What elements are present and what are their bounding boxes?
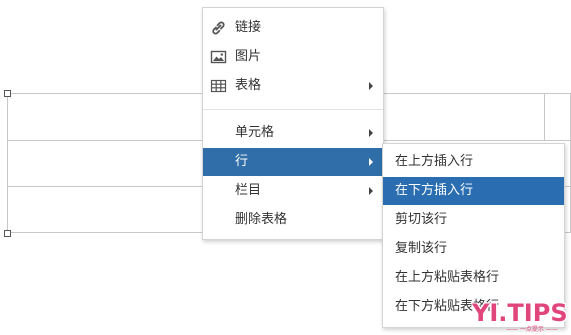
table-icon [210, 79, 227, 93]
submenu-item-paste-row-above[interactable]: 在上方粘贴表格行 [383, 264, 564, 292]
submenu-arrow-icon [369, 82, 373, 90]
submenu-arrow-icon [369, 158, 373, 166]
link-icon [212, 21, 225, 35]
image-icon [210, 50, 227, 64]
watermark-logo: YI.TIPS —— 一点提示 —— [472, 300, 568, 334]
submenu-arrow-icon [369, 129, 373, 137]
menu-item-table[interactable]: 表格 [203, 72, 383, 100]
menu-item-label: 单元格 [235, 125, 275, 140]
submenu-item-copy-row[interactable]: 复制该行 [383, 235, 564, 263]
submenu-item-label: 在上方插入行 [395, 154, 474, 169]
menu-item-label: 栏目 [235, 183, 262, 198]
menu-item-link[interactable]: 链接 [203, 14, 383, 42]
menu-item-image[interactable]: 图片 [203, 43, 383, 71]
menu-item-label: 链接 [235, 20, 262, 35]
watermark-title: YI.TIPS [472, 299, 568, 327]
table-resize-handle[interactable] [4, 230, 11, 237]
submenu-item-label: 复制该行 [395, 241, 448, 256]
watermark-subtitle: —— 一点提示 —— [506, 326, 558, 333]
menu-item-column[interactable]: 栏目 [203, 177, 383, 205]
menu-item-row[interactable]: 行 [203, 148, 383, 176]
menu-item-label: 图片 [235, 49, 262, 64]
menu-item-label: 行 [235, 154, 249, 169]
menu-item-label: 表格 [235, 78, 262, 93]
table-column-divider [544, 94, 545, 140]
submenu-arrow-icon [369, 187, 373, 195]
menu-separator [203, 109, 383, 110]
submenu-item-label: 在下方插入行 [395, 183, 474, 198]
submenu-item-label: 在上方粘贴表格行 [395, 270, 500, 285]
menu-item-label: 删除表格 [235, 212, 288, 227]
table-resize-handle[interactable] [4, 90, 11, 97]
submenu-item-cut-row[interactable]: 剪切该行 [383, 206, 564, 234]
menu-item-delete-table[interactable]: 删除表格 [203, 206, 383, 234]
submenu-item-insert-row-below[interactable]: 在下方插入行 [383, 177, 564, 205]
submenu-item-insert-row-above[interactable]: 在上方插入行 [383, 148, 564, 176]
menu-item-cell[interactable]: 单元格 [203, 119, 383, 147]
submenu-item-label: 剪切该行 [395, 212, 448, 227]
context-menu: 链接 图片 表格 单元格 行 栏目 删除表格 [202, 7, 384, 240]
